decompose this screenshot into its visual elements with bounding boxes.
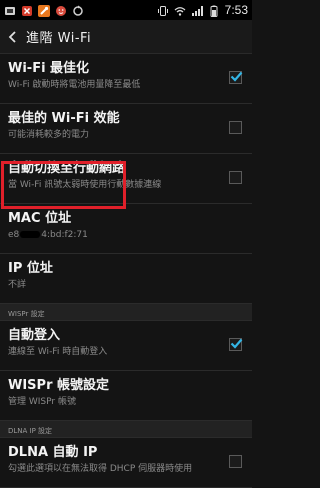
setting-title: 自動切換至行動網路 — [8, 161, 126, 176]
setting-title: DLNA 自動 IP — [8, 445, 98, 460]
section-header-dlna: DLNA IP 設定 — [0, 421, 252, 438]
setting-mac-address: MAC 位址 e8 4:bd:f2:71 — [0, 204, 252, 254]
app-icon — [4, 4, 16, 16]
setting-title: IP 位址 — [8, 261, 53, 276]
setting-title: Wi-Fi 最佳化 — [8, 61, 90, 76]
mac-suffix: 4:bd:f2:71 — [41, 230, 88, 240]
setting-subtitle: 可能消耗較多的電力 — [8, 130, 90, 140]
setting-subtitle: 當 Wi-Fi 訊號太弱時使用行動數據連線 — [8, 180, 162, 190]
status-bar: 7:53 — [0, 0, 252, 20]
setting-subtitle: 連線至 Wi-Fi 時自動登入 — [8, 347, 108, 357]
section-header-wispr: WISPr 設定 — [0, 304, 252, 321]
setting-title: WISPr 帳號設定 — [8, 378, 110, 393]
setting-wispr-account[interactable]: WISPr 帳號設定 管理 WISPr 帳號 — [0, 371, 252, 421]
setting-title: 自動登入 — [8, 328, 61, 343]
sync-icon — [72, 4, 84, 16]
page-title: 進階 Wi-Fi — [26, 31, 92, 46]
mac-prefix: e8 — [8, 230, 20, 240]
setting-subtitle: 管理 WISPr 帳號 — [8, 397, 76, 407]
setting-ip-address: IP 位址 不詳 — [0, 254, 252, 304]
checkbox-checked[interactable] — [229, 71, 243, 84]
checkbox-checked[interactable] — [229, 338, 243, 351]
notification-icons — [4, 4, 84, 17]
clock: 7:53 — [224, 3, 248, 17]
setting-subtitle: Wi-Fi 啟動時將電池用量降至最低 — [8, 80, 141, 90]
vibrate-icon — [157, 4, 169, 16]
setting-best-wifi-performance[interactable]: 最佳的 Wi-Fi 效能 可能消耗較多的電力 — [0, 104, 252, 154]
setting-subtitle: 不詳 — [8, 280, 27, 290]
cancel-icon — [21, 4, 33, 16]
action-bar: 進階 Wi-Fi — [0, 20, 252, 54]
wrench-icon — [38, 4, 50, 17]
setting-auto-login[interactable]: 自動登入 連線至 Wi-Fi 時自動登入 — [0, 321, 252, 371]
setting-dlna-auto-ip[interactable]: DLNA 自動 IP 勾選此選項以在無法取得 DHCP 伺服器時使用 — [0, 438, 252, 488]
setting-wifi-optimization[interactable]: Wi-Fi 最佳化 Wi-Fi 啟動時將電池用量降至最低 — [0, 54, 252, 104]
setting-subtitle: 勾選此選項以在無法取得 DHCP 伺服器時使用 — [8, 464, 193, 474]
battery-icon — [208, 4, 220, 17]
redaction-mark — [20, 231, 41, 238]
setting-title: 最佳的 Wi-Fi 效能 — [8, 111, 120, 126]
mac-address-value: e8 4:bd:f2:71 — [8, 228, 216, 242]
face-icon — [55, 4, 67, 16]
wifi-icon — [174, 4, 186, 16]
settings-list: Wi-Fi 最佳化 Wi-Fi 啟動時將電池用量降至最低 最佳的 Wi-Fi 效… — [0, 54, 252, 488]
back-arrow-icon[interactable] — [0, 20, 26, 54]
setting-auto-switch-mobile[interactable]: 自動切換至行動網路 當 Wi-Fi 訊號太弱時使用行動數據連線 — [0, 154, 252, 204]
setting-title: MAC 位址 — [8, 211, 72, 226]
system-icons: 7:53 — [157, 3, 248, 17]
signal-icon — [191, 4, 203, 16]
checkbox-unchecked[interactable] — [229, 171, 242, 184]
checkbox-unchecked[interactable] — [229, 121, 242, 134]
checkbox-unchecked[interactable] — [229, 455, 242, 468]
